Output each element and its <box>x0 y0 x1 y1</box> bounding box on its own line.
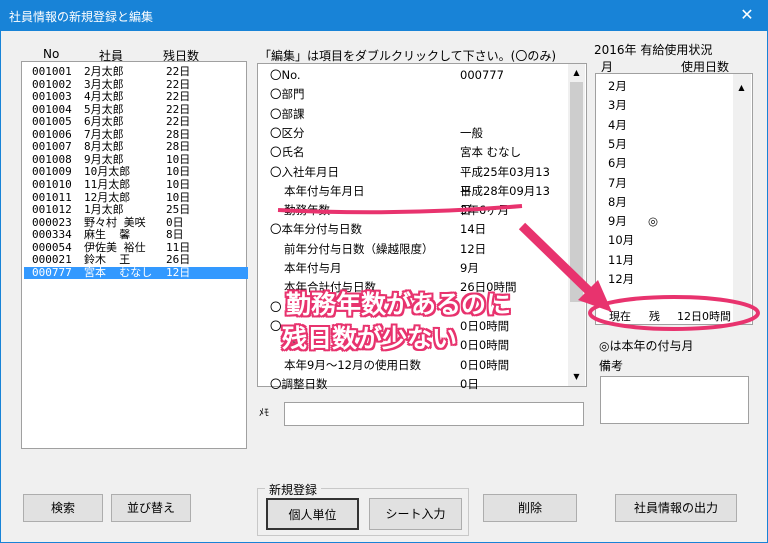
annotation-line2: 残日数が少ない <box>282 324 458 353</box>
annotation-line1: 勤務年数があるのに <box>286 290 512 319</box>
annotation-ellipse <box>588 295 760 331</box>
annotation-arrow-shaft <box>518 222 594 296</box>
annotation-overlay <box>277 204 760 331</box>
annotation-underline <box>277 204 523 215</box>
